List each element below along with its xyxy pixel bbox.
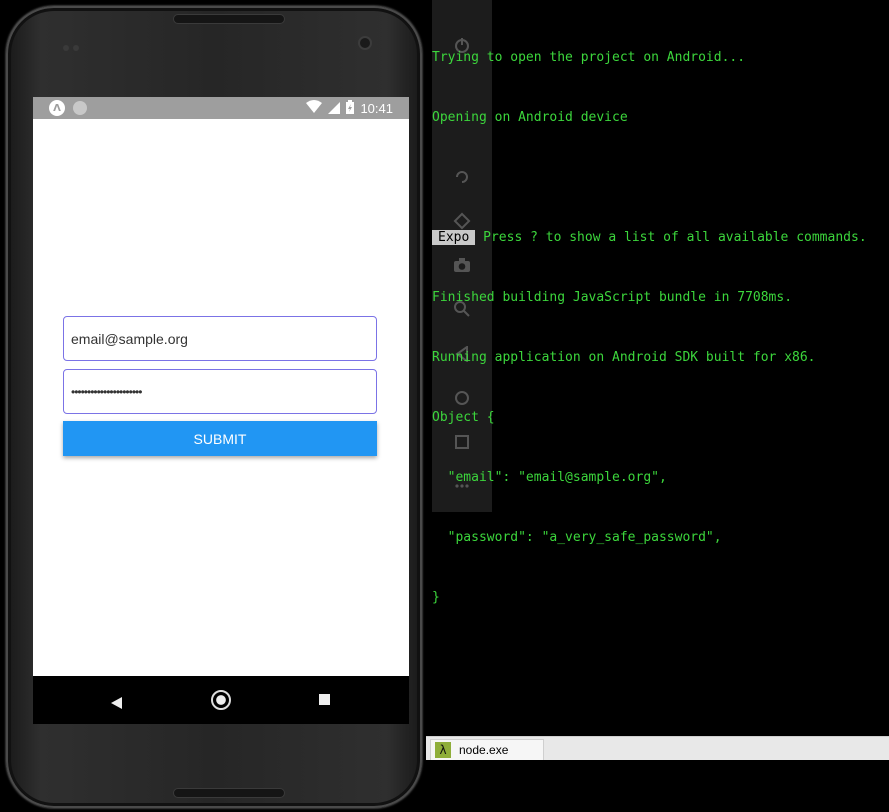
email-input[interactable]: email@sample.org: [63, 316, 377, 361]
sensor-dots: [62, 38, 82, 51]
tab-node-exe[interactable]: λ node.exe: [430, 739, 544, 760]
android-nav-bar: [33, 676, 409, 724]
device-screen: Λ 10:41 email@sample.org •••••••••••••••…: [33, 97, 409, 724]
lambda-icon: λ: [435, 742, 451, 758]
terminal-line-expo: Expo Press ? to show a list of all avail…: [432, 228, 889, 248]
app-notification-icon: Λ: [49, 100, 65, 116]
status-bar: Λ 10:41: [33, 97, 409, 119]
notification-dot-icon: [73, 101, 87, 115]
terminal-line: "email": "email@sample.org",: [432, 470, 667, 485]
terminal-line: Running application on Android SDK built…: [432, 350, 816, 365]
front-camera: [358, 36, 372, 50]
nav-back-icon[interactable]: [111, 694, 123, 713]
password-input[interactable]: ••••••••••••••••••••••: [63, 369, 377, 414]
bottom-speaker: [173, 788, 285, 798]
terminal-output: Trying to open the project on Android...…: [432, 8, 889, 628]
wifi-icon: [306, 99, 323, 118]
terminal-line: Object {: [432, 410, 495, 425]
terminal-line: Finished building JavaScript bundle in 7…: [432, 290, 793, 305]
nav-home-icon[interactable]: [211, 690, 231, 710]
tab-label: node.exe: [459, 743, 509, 757]
terminal-line: Opening on Android device: [432, 110, 628, 125]
battery-icon: [346, 99, 355, 118]
console-tab-bar: λ node.exe: [426, 736, 889, 760]
nav-recent-apps-icon[interactable]: [319, 694, 330, 705]
expo-hint: Press ? to show a list of all available …: [475, 230, 867, 245]
submit-button[interactable]: SUBMIT: [63, 421, 377, 456]
terminal-line: }: [432, 590, 440, 605]
status-time: 10:41: [360, 101, 393, 116]
cell-signal-icon: [328, 99, 341, 118]
top-speaker: [173, 14, 285, 24]
android-emulator-device: Λ 10:41 email@sample.org •••••••••••••••…: [6, 6, 422, 808]
terminal-line: Trying to open the project on Android...: [432, 50, 746, 65]
terminal-line: "password": "a_very_safe_password",: [432, 530, 722, 545]
expo-badge: Expo: [432, 230, 476, 245]
